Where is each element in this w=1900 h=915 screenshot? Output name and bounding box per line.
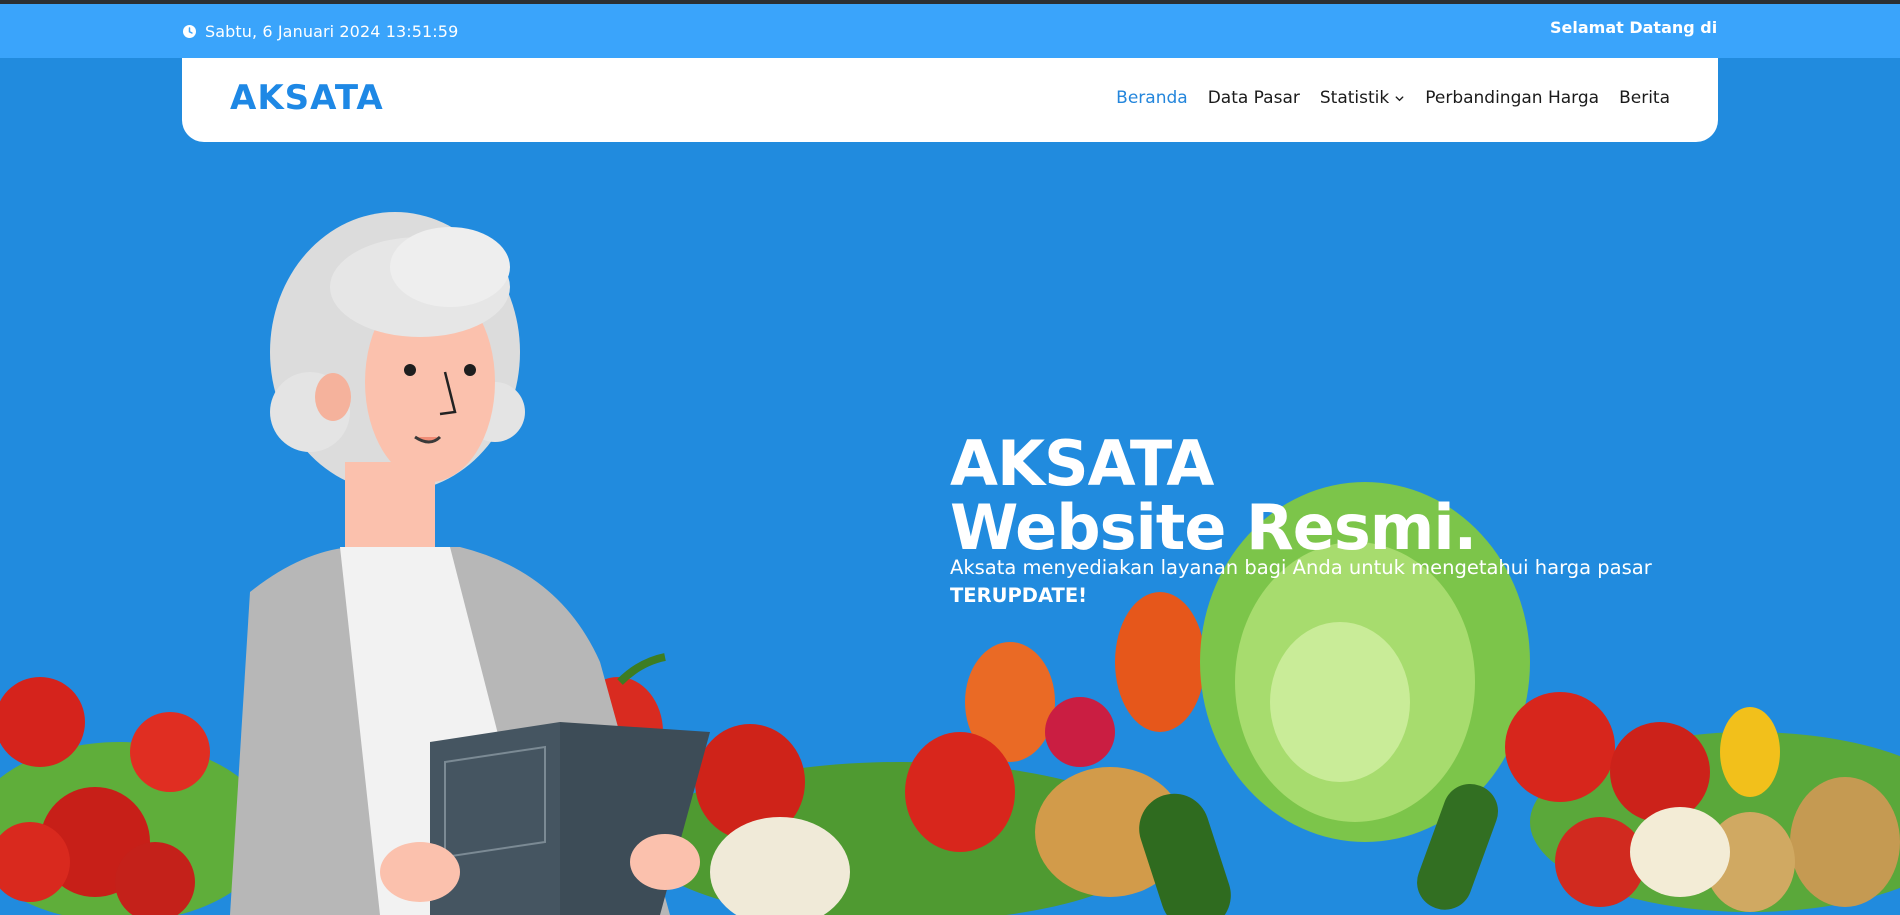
welcome-text: Selamat Datang di AKSATA — [1550, 18, 1718, 37]
datetime-text: Sabtu, 6 Januari 2024 13:51:59 — [205, 22, 459, 41]
clock-icon — [183, 25, 196, 38]
nav-item-data-pasar[interactable]: Data Pasar — [1208, 88, 1300, 108]
hero-description-text: Aksata menyediakan layanan bagi Anda unt… — [950, 555, 1652, 579]
hero-description: Aksata menyediakan layanan bagi Anda unt… — [950, 554, 1730, 610]
nav-menu: Beranda Data Pasar Statistik Perbandinga… — [1116, 88, 1670, 108]
hero-highlight: TERUPDATE! — [950, 583, 1088, 607]
top-info-bar: Sabtu, 6 Januari 2024 13:51:59 Selamat D… — [0, 4, 1900, 58]
hero-title: AKSATA Website Resmi. — [950, 426, 1477, 564]
nav-item-label: Statistik — [1319, 88, 1390, 108]
nav-item-statistik[interactable]: Statistik — [1320, 88, 1405, 108]
nav-item-beranda[interactable]: Beranda — [1116, 88, 1188, 108]
nav-item-label: Perbandingan Harga — [1425, 88, 1600, 108]
chevron-down-icon — [1395, 95, 1404, 101]
current-datetime: Sabtu, 6 Januari 2024 13:51:59 — [183, 22, 458, 41]
nav-item-label: Berita — [1619, 88, 1670, 108]
welcome-marquee: Selamat Datang di AKSATA — [1550, 18, 1718, 42]
main-navbar: AKSATA Beranda Data Pasar Statistik Perb… — [182, 58, 1718, 142]
nav-item-perbandingan-harga[interactable]: Perbandingan Harga — [1425, 88, 1599, 108]
nav-item-label: Beranda — [1116, 88, 1188, 108]
hero-title-line1: AKSATA — [950, 426, 1214, 500]
nav-item-label: Data Pasar — [1207, 88, 1300, 108]
hero-section: AKSATA Website Resmi. Aksata menyediakan… — [0, 142, 1900, 915]
hero-title-line2: Website Resmi. — [950, 490, 1477, 564]
site-logo[interactable]: AKSATA — [230, 78, 384, 118]
nav-item-berita[interactable]: Berita — [1619, 88, 1670, 108]
